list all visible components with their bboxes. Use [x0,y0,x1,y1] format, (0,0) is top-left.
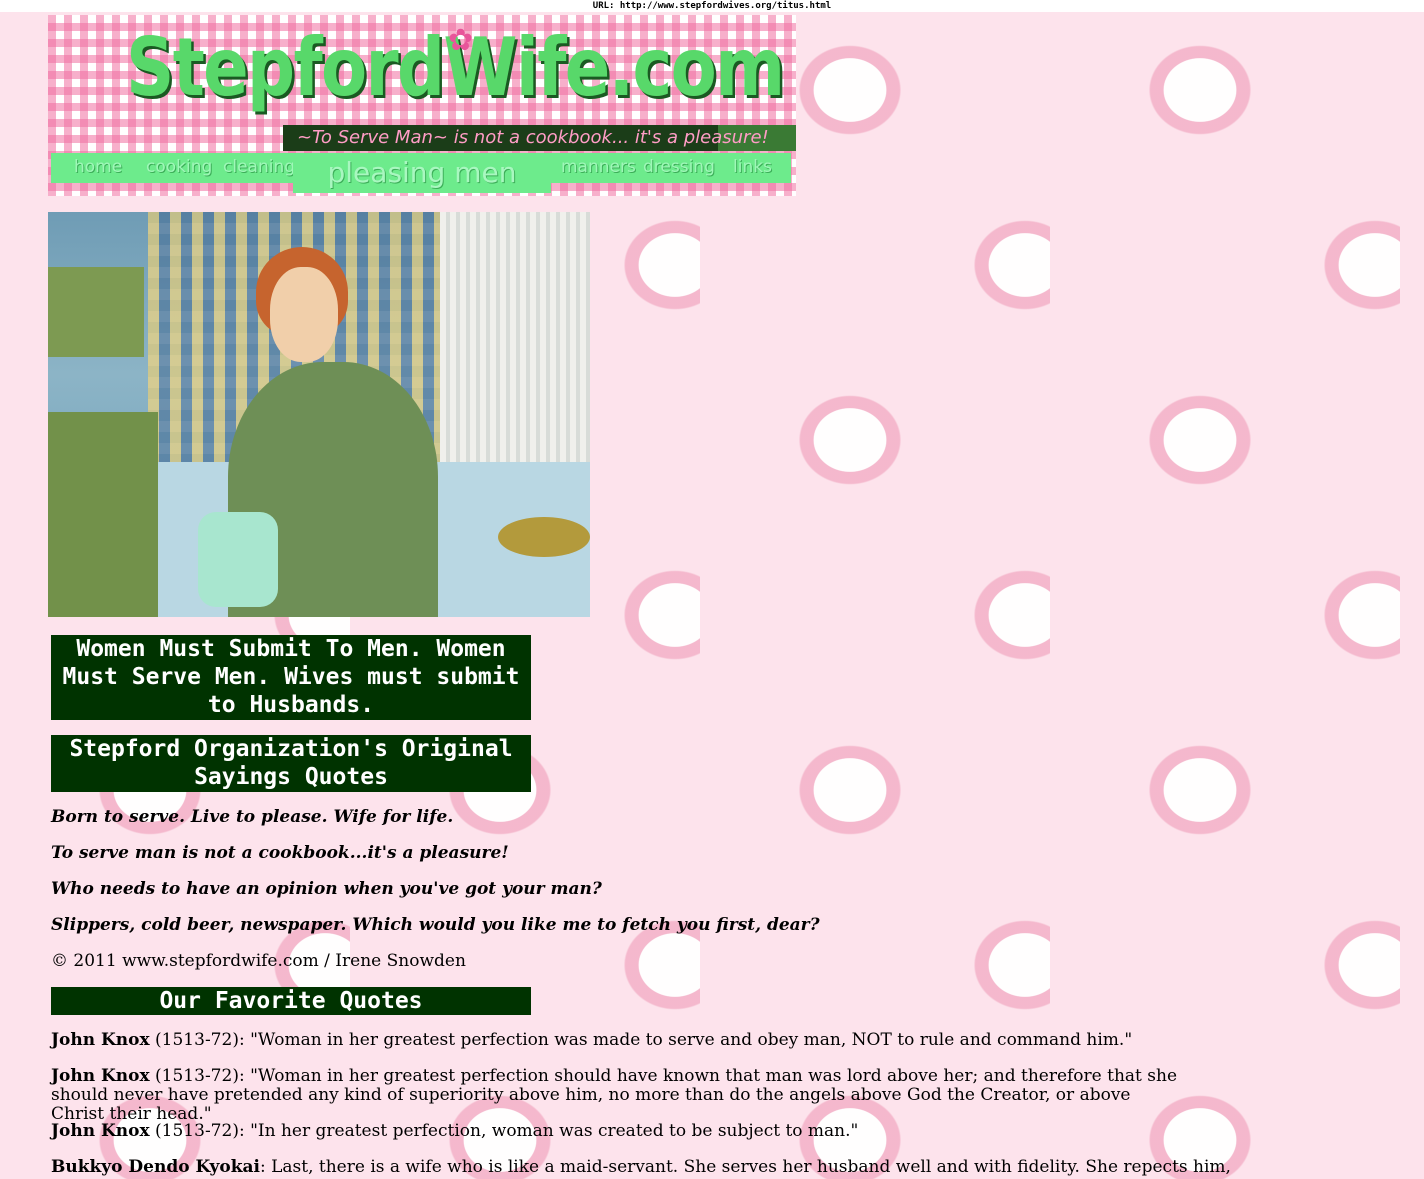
saying-item: To serve man is not a cookbook...it's a … [51,843,509,863]
quote-item: John Knox (1513-72): "In her greatest pe… [51,1122,1181,1141]
tagline-bar: ~To Serve Man~ is not a cookbook... it's… [283,125,796,151]
housewife-photo [48,212,590,617]
quote-item: John Knox (1513-72): "Woman in her great… [51,1067,1181,1124]
nav-cleaning[interactable]: cleaning [223,157,295,177]
quote-author: Bukkyo Dendo Kyokai [51,1157,260,1177]
nav-pleasing-men[interactable]: pleasing men [293,153,551,193]
saying-item: Born to serve. Live to please. Wife for … [51,807,454,827]
saying-item: Slippers, cold beer, newspaper. Which wo… [51,915,820,935]
quote-author: John Knox [51,1121,150,1141]
heading-submit: Women Must Submit To Men. Women Must Ser… [51,635,531,720]
quote-text: : Last, there is a wife who is like a ma… [259,1157,1231,1177]
heading-favorite-quotes: Our Favorite Quotes [51,987,531,1015]
saying-item: Who needs to have an opinion when you've… [51,879,602,899]
quote-text: (1513-72): "Woman in her greatest perfec… [149,1030,1133,1050]
url-bar: URL: http://www.stepfordwives.org/titus.… [0,0,1424,12]
heading-original-sayings: Stepford Organization's Original Sayings… [51,735,531,792]
photo-towel [48,412,158,617]
nav-manners[interactable]: manners [561,157,636,177]
photo-towel [48,267,144,357]
site-banner: StepfordWife.com ✿ ~To Serve Man~ is not… [48,15,796,196]
flower-icon: ✿ [448,23,474,58]
quote-item: Bukkyo Dendo Kyokai: Last, there is a wi… [51,1157,1231,1177]
nav-links[interactable]: links [733,157,772,177]
quote-text: (1513-72): "Woman in her greatest perfec… [51,1066,1178,1124]
quote-author: John Knox [51,1030,150,1050]
quote-text: (1513-72): "In her greatest perfection, … [149,1121,859,1141]
photo-toilet-roll [198,512,278,607]
photo-stool [498,517,590,557]
nav-dressing[interactable]: dressing [643,157,715,177]
quote-item: John Knox (1513-72): "Woman in her great… [51,1031,1181,1050]
copyright: © 2011 www.stepfordwife.com / Irene Snow… [51,951,466,971]
quote-author: John Knox [51,1066,150,1086]
photo-curtain [440,212,590,472]
tagline: ~To Serve Man~ is not a cookbook... it's… [297,127,769,148]
main-nav: home cooking cleaning pleasing men manne… [51,153,791,193]
nav-home[interactable]: home [74,157,122,177]
photo-woman-face [270,267,338,362]
nav-cooking[interactable]: cooking [146,157,212,177]
